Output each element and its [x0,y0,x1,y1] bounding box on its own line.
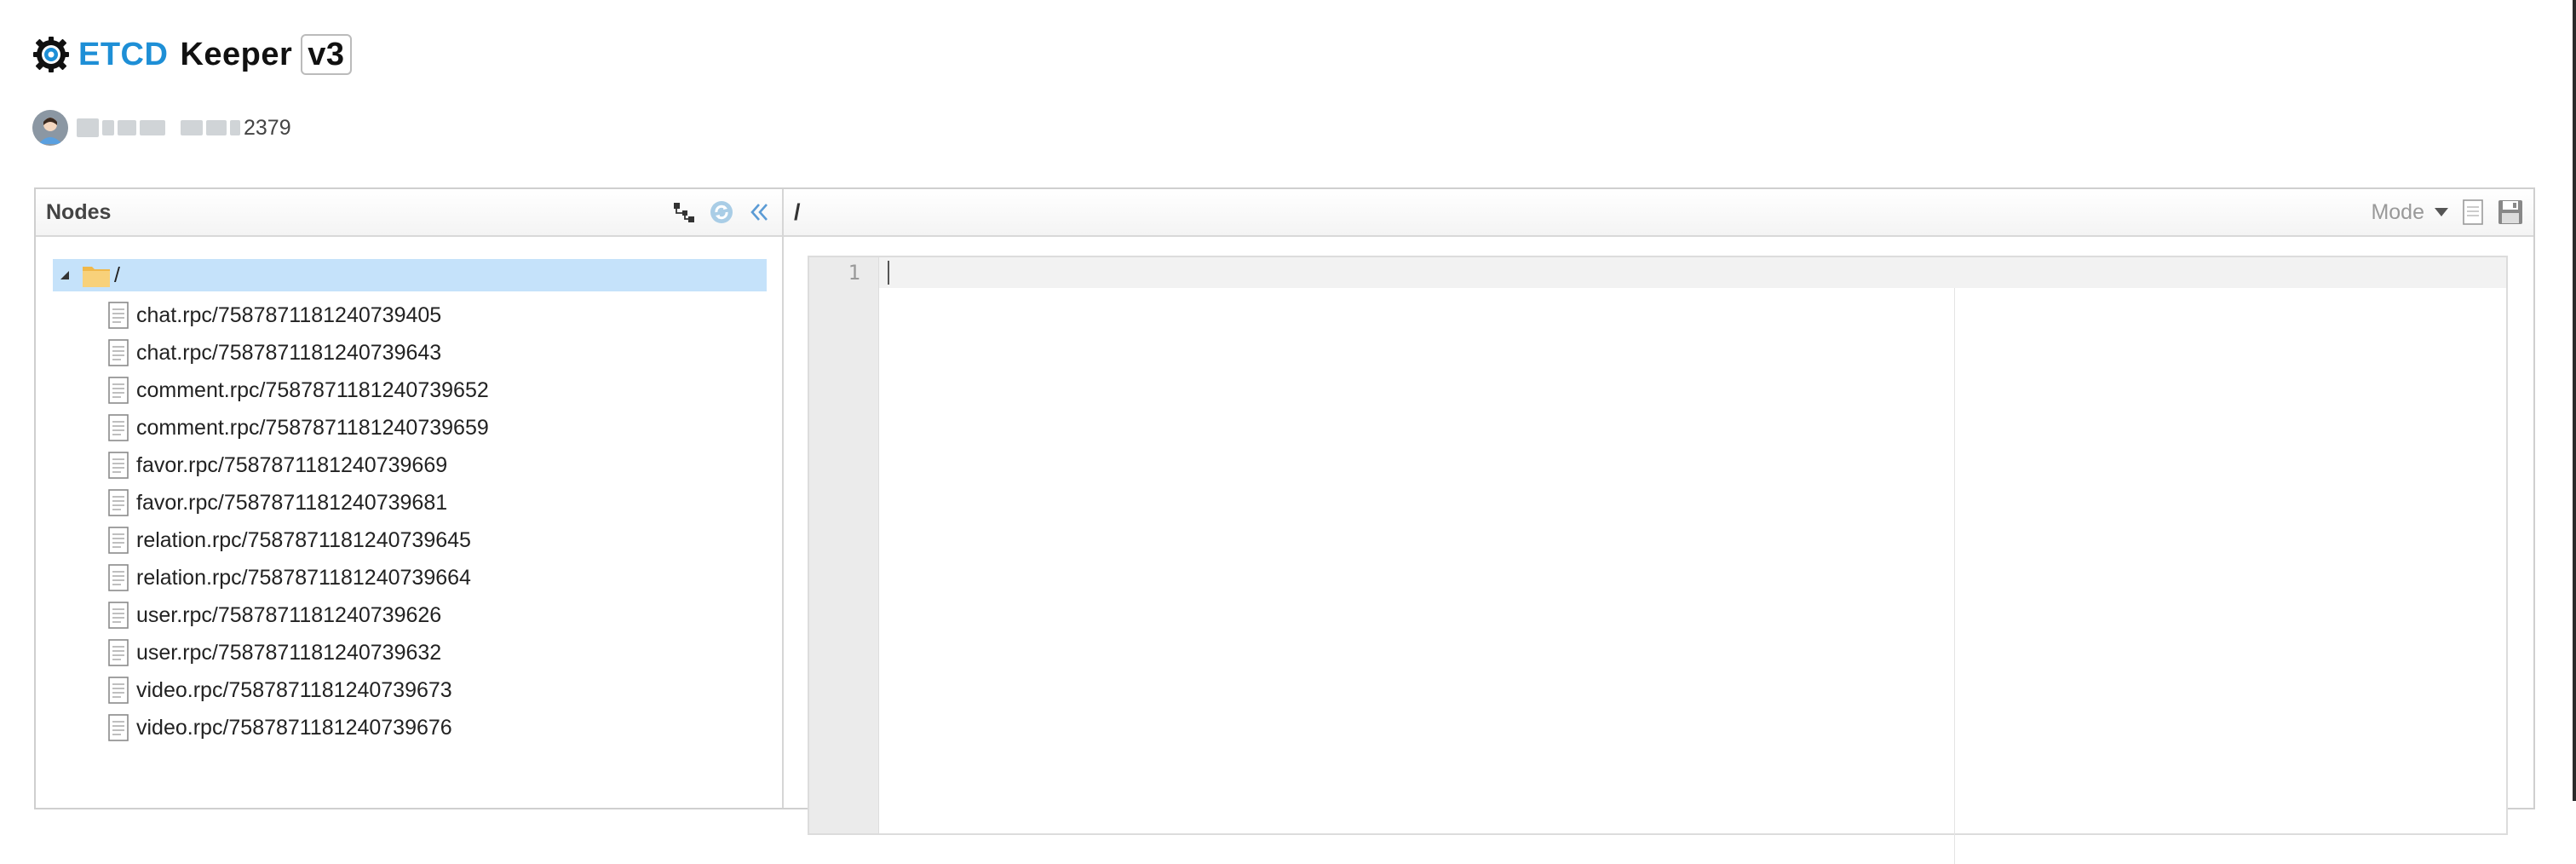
active-line-highlight [879,257,2506,288]
folder-icon [83,267,110,287]
tree-children: chat.rpc/7587871181240739405 chat.rpc/758… [53,297,767,746]
tree-node-label: user.rpc/7587871181240739632 [136,640,442,665]
line-number-gutter: 1 [809,257,879,833]
tree-node-label: chat.rpc/7587871181240739643 [136,340,442,365]
tree-node[interactable]: chat.rpc/7587871181240739643 [53,334,767,372]
file-icon [108,489,129,516]
tree-node[interactable]: relation.rpc/7587871181240739645 [53,521,767,559]
tree-node[interactable]: favor.rpc/7587871181240739669 [53,446,767,484]
line-number: 1 [848,261,860,285]
node-tree: / chat.rpc/7587871181240739405 chat.rpc/7… [53,259,767,746]
document-icon[interactable] [2460,199,2486,225]
file-icon [108,602,129,629]
title-etcd: ETCD [78,36,169,72]
tree-node-label: relation.rpc/7587871181240739645 [136,527,471,552]
tree-node-label: video.rpc/7587871181240739673 [136,677,452,702]
tree-node[interactable]: relation.rpc/7587871181240739664 [53,559,767,596]
tree-node-label: user.rpc/7587871181240739626 [136,602,442,627]
tree-node[interactable]: comment.rpc/7587871181240739659 [53,409,767,446]
tree-node-label: video.rpc/7587871181240739676 [136,715,452,740]
tree-node[interactable]: favor.rpc/7587871181240739681 [53,484,767,521]
expand-triangle-icon[interactable] [58,268,72,282]
chevron-down-icon [2435,208,2448,216]
etcd-gear-icon [33,37,69,72]
file-icon [108,414,129,441]
tree-node[interactable]: chat.rpc/7587871181240739405 [53,297,767,334]
nodes-pane: Nodes / chat.rpc/7587871181240739405 cha… [36,189,784,808]
file-icon [108,339,129,366]
collapse-left-icon[interactable] [746,199,772,225]
file-icon [108,564,129,591]
connection-port: 2379 [244,115,291,140]
title-keeper: Keeper [180,36,293,72]
tree-node[interactable]: video.rpc/7587871181240739676 [53,709,767,746]
editor-pane: / Mode 1 [784,189,2533,864]
tree-root-node[interactable]: / [53,259,767,291]
code-editor[interactable]: 1 [808,256,2508,864]
window-edge [2573,0,2576,801]
tree-node-label: comment.rpc/7587871181240739659 [136,415,489,440]
file-icon [108,527,129,554]
tree-node-label: favor.rpc/7587871181240739669 [136,452,448,477]
save-icon[interactable] [2498,199,2523,225]
tree-node[interactable]: user.rpc/7587871181240739626 [53,596,767,634]
file-icon [108,714,129,741]
tree-node-label: relation.rpc/7587871181240739664 [136,565,471,590]
nodes-toolbar [671,199,772,225]
text-cursor [888,261,889,285]
editor-header: / Mode [784,189,2533,237]
file-icon [108,639,129,666]
print-margin-line [1954,288,1955,864]
tree-node[interactable]: user.rpc/7587871181240739632 [53,634,767,671]
nodes-title: Nodes [46,199,112,224]
mode-label: Mode [2371,199,2424,224]
tree-node[interactable]: video.rpc/7587871181240739673 [53,671,767,709]
nodes-header: Nodes [36,189,782,237]
connection-info[interactable]: 2379 [32,109,291,147]
refresh-icon[interactable] [709,199,734,225]
current-path: / [794,199,801,225]
tree-node-label: chat.rpc/7587871181240739405 [136,302,442,327]
version-badge: v3 [301,34,352,75]
app-header: ETCD Keeper v3 [32,32,352,77]
file-icon [108,302,129,329]
tree-node[interactable]: comment.rpc/7587871181240739652 [53,372,767,409]
app-title: ETCD Keeper v3 [78,34,352,75]
user-avatar-icon [32,110,68,146]
editor-toolbar: Mode [2371,199,2523,225]
tree-node-label: favor.rpc/7587871181240739681 [136,490,448,515]
file-icon [108,452,129,479]
file-icon [108,377,129,404]
redacted-host [77,118,240,137]
mode-dropdown[interactable]: Mode [2371,200,2448,225]
tree-root-label: / [114,262,120,287]
file-icon [108,677,129,704]
tree-node-label: comment.rpc/7587871181240739652 [136,377,489,402]
main-panel: Nodes / chat.rpc/7587871181240739405 cha… [34,187,2535,864]
tree-structure-icon[interactable] [671,199,697,225]
